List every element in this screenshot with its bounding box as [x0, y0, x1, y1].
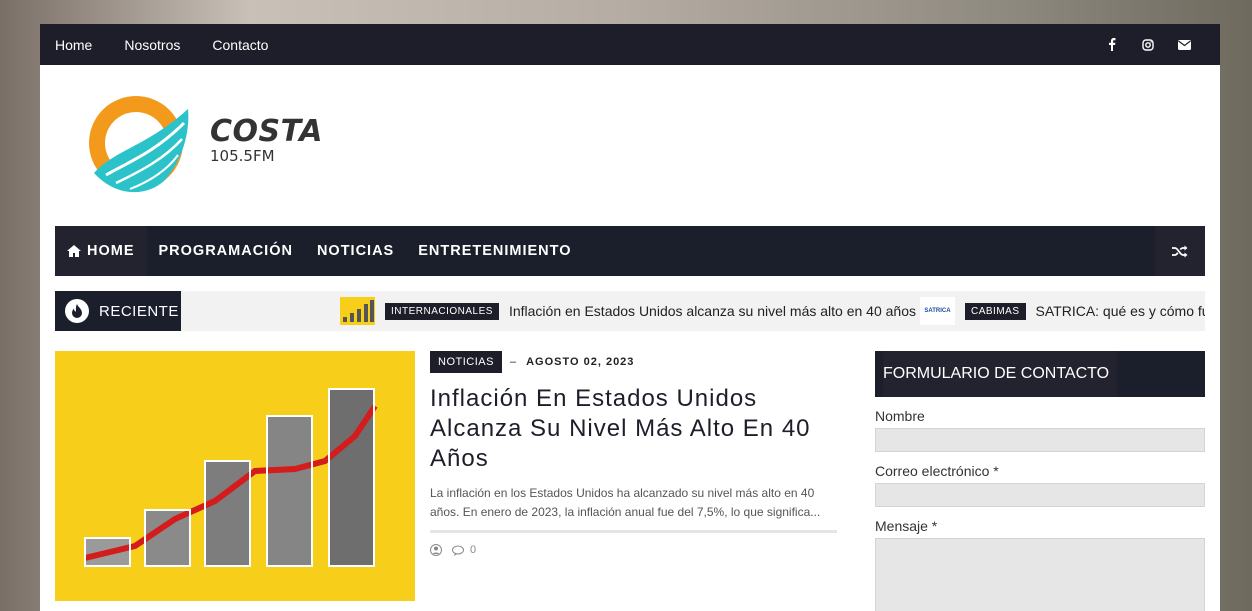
shuffle-button[interactable]: [1155, 226, 1205, 276]
message-label: Mensaje *: [875, 518, 938, 534]
site-logo[interactable]: COSTA 105.5FM: [86, 89, 323, 197]
nav-programacion-label: PROGRAMACIÓN: [158, 243, 293, 259]
ticker-thumbnail: SATRICA: [920, 297, 955, 325]
email-field[interactable]: [875, 483, 1205, 507]
nav-item-entretenimiento[interactable]: ENTRETENIMIENTO: [406, 226, 583, 276]
ticker-item[interactable]: INTERNACIONALES Inflación en Estados Uni…: [340, 296, 916, 326]
contact-form-widget: FORMULARIO DE CONTACTO Nombre Correo ele…: [875, 351, 1205, 611]
logo-text: COSTA 105.5FM: [210, 114, 323, 165]
nav-entretenimiento-label: ENTRETENIMIENTO: [418, 243, 572, 259]
logo-icon: [89, 96, 189, 193]
instagram-icon[interactable]: [1141, 38, 1155, 52]
top-bar: Home Nosotros Contacto: [40, 24, 1220, 65]
ticker-label: RECIENTE: [55, 291, 181, 331]
top-link-contacto[interactable]: Contacto: [212, 37, 268, 53]
email-label: Correo electrónico *: [875, 463, 999, 479]
comment-icon[interactable]: [452, 545, 464, 556]
post-excerpt: La inflación en los Estados Unidos ha al…: [430, 486, 821, 519]
message-field[interactable]: [875, 538, 1205, 611]
ticker-label-text: RECIENTE: [99, 302, 179, 320]
post-date: AGOSTO 02, 2023: [526, 356, 635, 368]
nav-item-noticias[interactable]: NOTICIAS: [305, 226, 406, 276]
ticker-title[interactable]: SATRICA: qué es y cómo fu: [1036, 303, 1205, 319]
email-icon[interactable]: [1177, 38, 1191, 52]
fire-icon: [65, 299, 89, 323]
ticker-item[interactable]: SATRICA CABIMAS SATRICA: qué es y cómo f…: [920, 296, 1205, 326]
logo-name: COSTA: [210, 113, 323, 149]
nav-noticias-label: NOTICIAS: [316, 243, 395, 259]
page: Home Nosotros Contacto COSTA 105.5FM HOM…: [40, 24, 1220, 611]
facebook-icon[interactable]: [1105, 38, 1119, 52]
post-stats: 0: [430, 544, 476, 556]
ticker-category-badge[interactable]: CABIMAS: [965, 302, 1026, 320]
recent-ticker: RECIENTE INTERNACIONALES Inflación en Es…: [55, 291, 1205, 331]
shuffle-icon: [1172, 245, 1188, 258]
post-title[interactable]: Inflación En Estados Unidos Alcanza Su N…: [430, 384, 840, 474]
ticker-thumbnail: [340, 297, 375, 325]
divider: [430, 530, 837, 533]
main-nav: HOME PROGRAMACIÓN NOTICIAS ENTRETENIMIEN…: [55, 226, 1205, 276]
name-label: Nombre: [875, 408, 925, 424]
ticker-category-badge[interactable]: INTERNACIONALES: [385, 302, 499, 320]
logo-frequency: 105.5FM: [210, 146, 275, 165]
date-dash: –: [509, 356, 517, 368]
author-icon[interactable]: [430, 544, 442, 556]
top-links: Home Nosotros Contacto: [55, 37, 300, 53]
nav-item-home[interactable]: HOME: [55, 226, 147, 276]
post-category-badge[interactable]: NOTICIAS: [430, 351, 502, 373]
featured-image[interactable]: [55, 351, 415, 601]
nav-item-programacion[interactable]: PROGRAMACIÓN: [147, 226, 305, 276]
social-links: [1105, 38, 1205, 52]
widget-title-text: FORMULARIO DE CONTACTO: [883, 351, 1118, 397]
nav-home-label: HOME: [87, 243, 135, 259]
comment-count: 0: [470, 544, 477, 556]
name-field[interactable]: [875, 428, 1205, 452]
home-icon: [67, 245, 81, 257]
ticker-thumb-text: SATRICA: [924, 308, 951, 314]
top-link-nosotros[interactable]: Nosotros: [124, 37, 180, 53]
ticker-title[interactable]: Inflación en Estados Unidos alcanza su n…: [509, 303, 916, 319]
widget-title: FORMULARIO DE CONTACTO: [875, 351, 1205, 397]
post-meta: NOTICIAS – AGOSTO 02, 2023: [430, 351, 634, 373]
site-header: COSTA 105.5FM: [40, 65, 1220, 226]
inflation-bars-image: [55, 351, 415, 601]
top-link-home[interactable]: Home: [55, 37, 92, 53]
